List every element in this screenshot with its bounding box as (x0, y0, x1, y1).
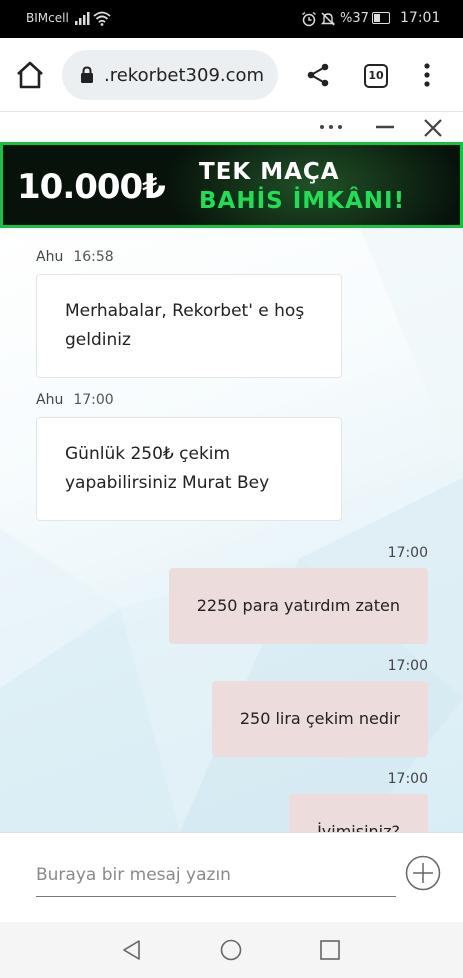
back-icon[interactable] (120, 938, 144, 962)
alarm-icon (302, 11, 316, 27)
address-bar[interactable]: .rekorbet309.com (62, 50, 278, 100)
message-time: 17:00 (73, 392, 114, 408)
battery-icon (372, 12, 390, 24)
minimize-icon[interactable] (374, 117, 396, 137)
carrier-name: BIMcell (26, 11, 69, 25)
home-circle-icon[interactable] (219, 938, 243, 962)
share-icon[interactable] (305, 62, 331, 88)
outgoing-message: 2250 para yatırdım zaten (168, 568, 428, 644)
mute-icon (320, 12, 336, 26)
tabs-button[interactable]: 10 (364, 64, 388, 88)
url-text: .rekorbet309.com (104, 65, 265, 86)
banner-glow (163, 145, 460, 225)
promo-banner[interactable]: 10.000₺ TEK MAÇA BAHİS İMKÂNI! (0, 142, 463, 228)
message-time: 17:00 (387, 545, 428, 561)
signal-icon (75, 12, 90, 25)
close-icon[interactable] (422, 117, 444, 139)
agent-name: Ahu (36, 392, 64, 408)
lock-icon (81, 66, 93, 83)
chat-widget-header (0, 112, 463, 142)
browser-toolbar: .rekorbet309.com 10 (0, 38, 463, 112)
home-icon[interactable] (14, 60, 46, 90)
agent-name: Ahu (36, 249, 64, 265)
add-circle-icon[interactable] (405, 855, 441, 891)
battery-percentage: %37 (340, 11, 369, 26)
chat-messages[interactable]: Ahu 16:58 Merhabalar, Rekorbet' e hoş gel… (0, 228, 463, 832)
banner-headline: TEK MAÇA (199, 159, 340, 185)
message-composer (0, 832, 463, 922)
outgoing-message: İyimisiniz? (289, 794, 428, 832)
wifi-icon (93, 11, 111, 26)
message-time: 17:00 (387, 771, 428, 787)
incoming-message: Günlük 250₺ çekim yapabilirsiniz Murat B… (36, 417, 342, 521)
message-time: 17:00 (387, 658, 428, 674)
menu-dots-icon[interactable] (420, 62, 434, 88)
message-meta: Ahu 16:58 (36, 249, 114, 265)
banner-subheadline: BAHİS İMKÂNI! (199, 188, 406, 214)
message-time: 16:58 (73, 249, 114, 265)
banner-amount: 10.000₺ (17, 167, 166, 207)
outgoing-message: 250 lira çekim nedir (211, 681, 428, 757)
recents-icon[interactable] (319, 939, 341, 961)
message-meta: Ahu 17:00 (36, 392, 114, 408)
incoming-message: Merhabalar, Rekorbet' e hoş geldiniz (36, 274, 342, 378)
status-bar: BIMcell %37 17:01 (0, 0, 463, 38)
message-input[interactable] (36, 853, 396, 897)
more-icon[interactable] (318, 117, 344, 137)
status-clock: 17:01 (400, 10, 441, 26)
system-nav-bar (0, 922, 463, 978)
